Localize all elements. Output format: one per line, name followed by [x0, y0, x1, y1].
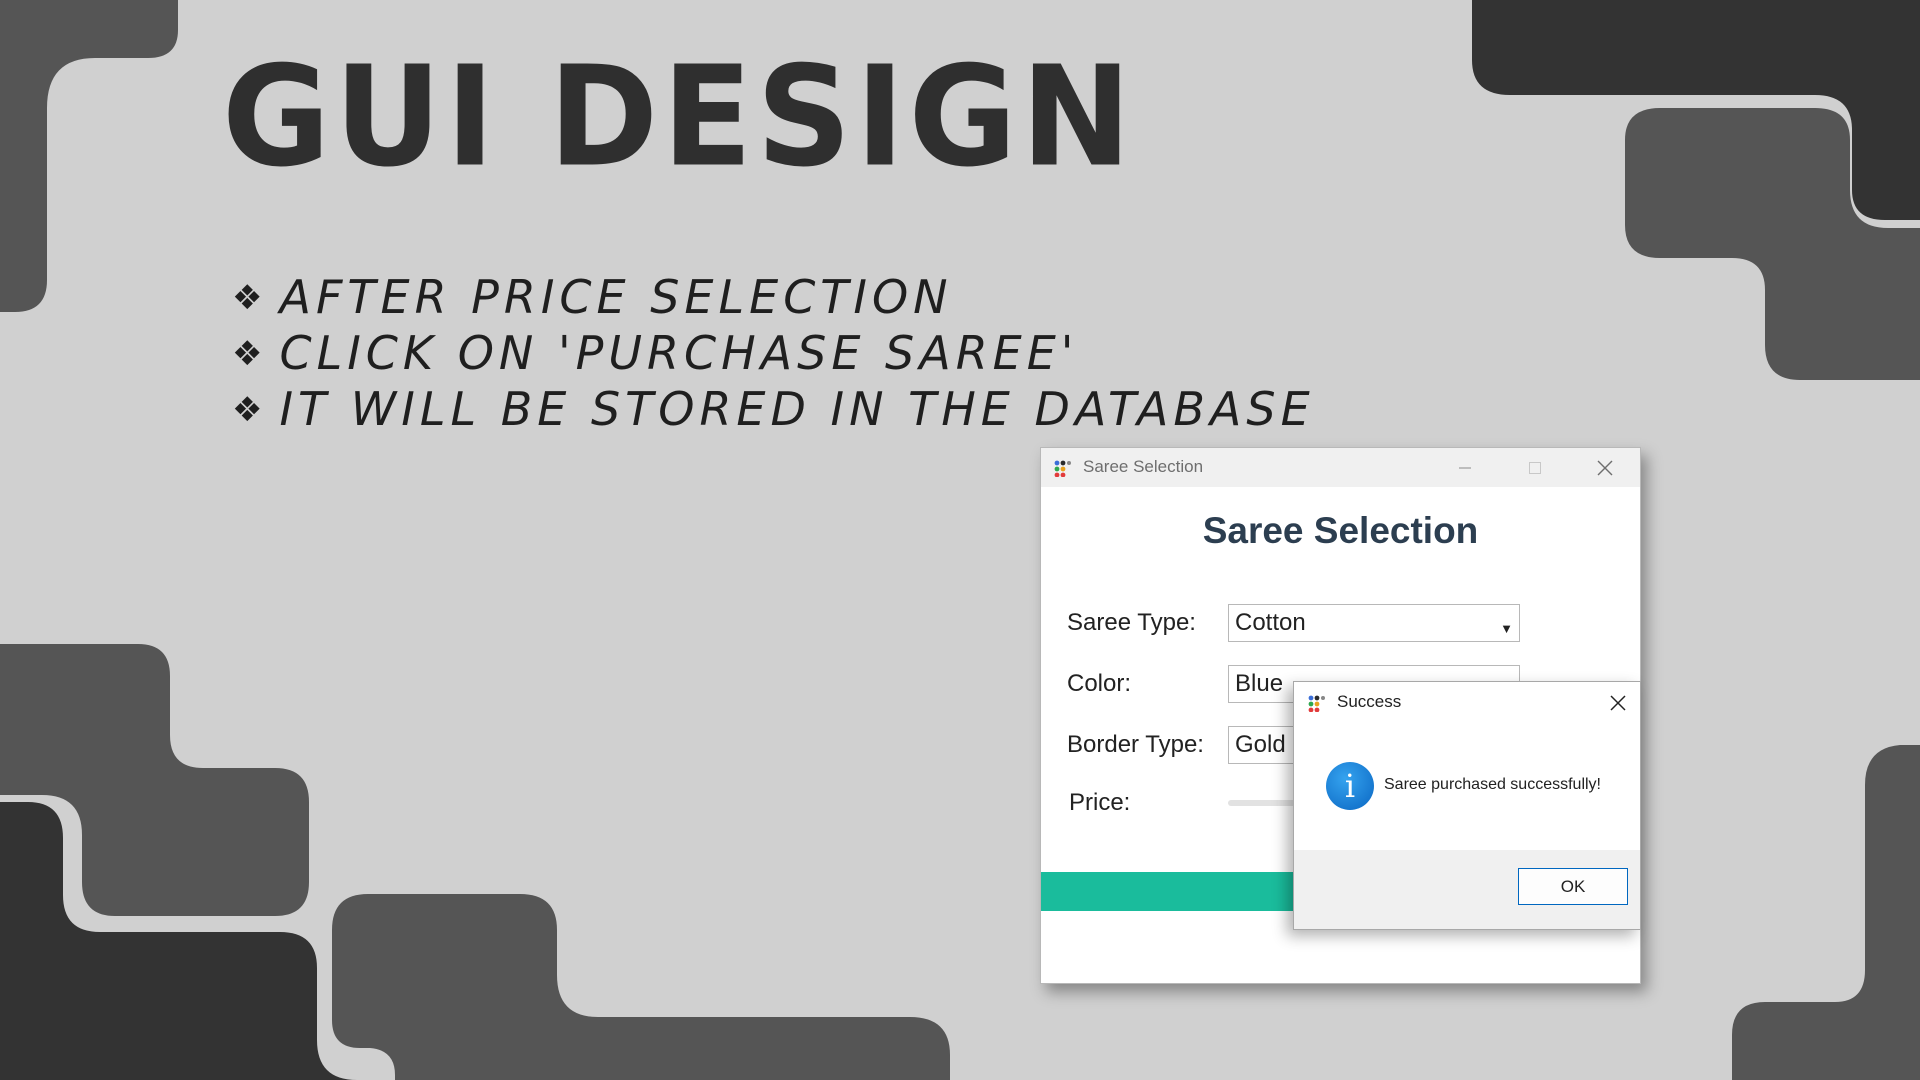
maximize-icon	[1529, 461, 1541, 474]
success-dialog: Success i Saree purchased successfully! …	[1293, 681, 1641, 930]
saree-type-select[interactable]: Cotton ▼	[1228, 604, 1520, 642]
saree-type-value: Cotton	[1235, 609, 1306, 636]
bullet-item: ❖ IT WILL BE STORED IN THE DATABASE	[232, 384, 1315, 440]
dialog-message: Saree purchased successfully!	[1384, 776, 1601, 793]
border-type-label: Border Type:	[1067, 731, 1204, 758]
color-value: Blue	[1235, 670, 1284, 697]
bullet-item: ❖ CLICK ON 'PURCHASE SAREE'	[232, 328, 1315, 384]
color-label: Color:	[1067, 670, 1132, 697]
bullet-text: CLICK ON 'PURCHASE SAREE'	[279, 326, 1079, 380]
minimize-icon	[1459, 467, 1471, 468]
form-heading: Saree Selection	[1202, 510, 1479, 551]
diamond-bullet-icon: ❖	[232, 278, 268, 318]
bullet-list: ❖ AFTER PRICE SELECTION ❖ CLICK ON 'PURCHA…	[232, 272, 1315, 440]
decor-shape-top-left	[0, 0, 178, 312]
diamond-bullet-icon: ❖	[232, 334, 268, 374]
dialog-titlebar[interactable]: Success	[1294, 682, 1640, 724]
close-icon	[1597, 460, 1613, 475]
price-label: Price:	[1069, 789, 1131, 816]
info-icon: i	[1326, 762, 1374, 810]
saree-type-label: Saree Type:	[1067, 609, 1196, 636]
window-titlebar[interactable]: Saree Selection	[1041, 448, 1640, 487]
border-type-value: Gold	[1235, 731, 1286, 758]
dialog-close-button[interactable]	[1598, 684, 1638, 722]
bullet-text: AFTER PRICE SELECTION	[279, 270, 953, 324]
window-title: Saree Selection	[1083, 457, 1204, 476]
dropdown-arrow-icon: ▼	[1500, 621, 1513, 636]
ok-button[interactable]: OK	[1518, 868, 1628, 905]
decor-shape-bottom-right	[1732, 745, 1920, 1080]
decor-shape-bottom-mid	[332, 894, 950, 1080]
dialog-footer: OK	[1294, 850, 1640, 929]
close-icon	[1610, 695, 1626, 711]
slide-title: GUI DESIGN	[222, 36, 1136, 199]
minimize-button[interactable]	[1435, 448, 1495, 487]
app-icon	[1054, 460, 1071, 477]
maximize-button[interactable]	[1505, 448, 1565, 487]
app-icon	[1308, 695, 1325, 712]
dialog-title: Success	[1337, 692, 1402, 711]
close-button[interactable]	[1575, 448, 1635, 487]
diamond-bullet-icon: ❖	[232, 390, 268, 430]
bullet-text: IT WILL BE STORED IN THE DATABASE	[279, 382, 1315, 436]
bullet-item: ❖ AFTER PRICE SELECTION	[232, 272, 1315, 328]
dialog-body: i Saree purchased successfully!	[1294, 724, 1640, 848]
